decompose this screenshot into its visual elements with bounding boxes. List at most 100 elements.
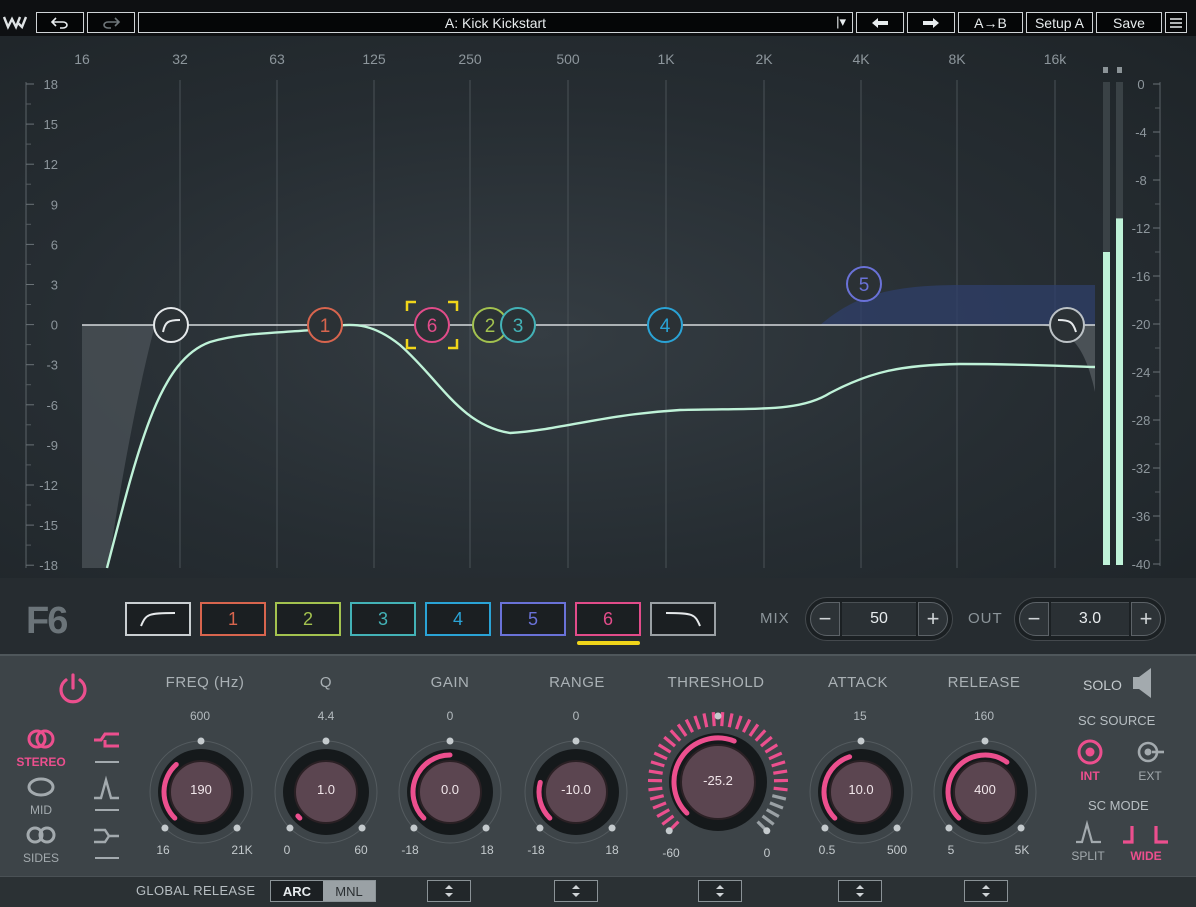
a-to-b-button[interactable]: A→B — [958, 12, 1023, 33]
waves-logo-icon[interactable] — [3, 13, 29, 31]
setup-button[interactable]: Setup A — [1026, 12, 1093, 33]
out-decrement-button[interactable]: − — [1019, 602, 1049, 636]
gain-tick-label: -12 — [39, 478, 58, 493]
knob-tick-dot — [286, 824, 294, 832]
meter-tick-label: -4 — [1135, 125, 1147, 140]
dynamic-shape-shelf-icon[interactable] — [91, 822, 123, 862]
next-preset-button[interactable] — [907, 12, 955, 33]
release-options-dropdown[interactable] — [964, 880, 1008, 902]
svg-text:2: 2 — [485, 316, 496, 337]
sc-split-icon[interactable] — [1074, 820, 1104, 846]
low-cut-band-button[interactable] — [125, 602, 191, 636]
attack-options-dropdown[interactable] — [838, 880, 882, 902]
meter-left-fill — [1103, 252, 1110, 565]
band-power-icon[interactable] — [54, 670, 92, 708]
band-3-button[interactable]: 3 — [350, 602, 416, 636]
previous-preset-button[interactable] — [856, 12, 904, 33]
knob-tick-dot — [665, 827, 673, 835]
redo-button[interactable] — [87, 12, 135, 33]
speaker-solo-icon[interactable] — [1131, 666, 1157, 700]
knob-tick-dot — [714, 712, 722, 720]
knob-tick-dot — [197, 737, 205, 745]
knob-tick-dot — [981, 737, 989, 745]
out-value[interactable]: 3.0 — [1051, 602, 1129, 636]
mix-increment-button[interactable]: + — [918, 602, 948, 636]
low-cut-node[interactable] — [153, 307, 189, 343]
sc-wide-label[interactable]: WIDE — [1116, 849, 1176, 863]
meter-tick-label: -36 — [1132, 509, 1151, 524]
preset-selector[interactable]: A: Kick Kickstart |▾ — [138, 12, 853, 33]
stereo-mode-icon[interactable] — [26, 728, 56, 750]
out-stepper[interactable]: − 3.0 + — [1014, 597, 1166, 641]
gain-title: GAIN — [430, 674, 470, 691]
threshold-meter-tick — [648, 786, 663, 792]
mix-decrement-button[interactable]: − — [810, 602, 840, 636]
knob-tick-dot — [945, 824, 953, 832]
range-default-value: 0 — [572, 709, 580, 723]
frequency-axis: 16 32 63 125 250 500 1K 2K 4K 8K 16k — [74, 51, 1067, 67]
undo-button[interactable] — [36, 12, 84, 33]
band-5-button[interactable]: 5 — [500, 602, 566, 636]
dynamic-shape-bell-low-icon[interactable] — [91, 726, 123, 766]
attack-title: ATTACK — [828, 674, 888, 691]
up-down-arrows-icon — [572, 885, 580, 897]
threshold-options-dropdown[interactable] — [698, 880, 742, 902]
band-1-label: 1 — [227, 608, 238, 629]
meter-tick-label: -28 — [1132, 413, 1151, 428]
threshold-meter-tick — [754, 729, 767, 742]
knob-tick-dot — [358, 824, 366, 832]
meter-tick-label: -16 — [1132, 269, 1151, 284]
range-options-dropdown[interactable] — [554, 880, 598, 902]
mix-value[interactable]: 50 — [842, 602, 916, 636]
mix-stepper[interactable]: − 50 + — [805, 597, 953, 641]
menu-button[interactable] — [1165, 12, 1187, 33]
preset-dropdown-arrow-icon[interactable]: |▾ — [836, 14, 846, 30]
dynamic-shape-peak-icon[interactable] — [91, 774, 123, 814]
sc-wide-icon[interactable] — [1120, 822, 1172, 846]
eq-graph[interactable]: 16 32 63 125 250 500 1K 2K 4K 8K 16k 18 15 12 9 6 3 0 -3-… — [0, 36, 1196, 578]
band-1-node[interactable]: 1 — [307, 307, 343, 343]
meter-tick-label: -8 — [1135, 173, 1147, 188]
meter-tick-label: -24 — [1132, 365, 1151, 380]
band-4-button[interactable]: 4 — [425, 602, 491, 636]
band-2-button[interactable]: 2 — [275, 602, 341, 636]
release-mode-toggle[interactable]: ARC MNL — [270, 880, 376, 902]
knob-tick-dot — [572, 737, 580, 745]
band-6-button[interactable]: 6 — [575, 602, 641, 636]
band-5-label: 5 — [527, 608, 538, 629]
save-button[interactable]: Save — [1096, 12, 1162, 33]
arc-option[interactable]: ARC — [271, 881, 323, 901]
threshold-meter-tick — [761, 814, 775, 826]
stereo-mode-label[interactable]: STEREO — [11, 755, 71, 769]
out-increment-button[interactable]: + — [1131, 602, 1161, 636]
band-3-node[interactable]: 3 — [500, 307, 536, 343]
sc-internal-label[interactable]: INT — [1060, 769, 1120, 783]
gain-value: 0.0 — [440, 782, 460, 797]
sc-external-label[interactable]: EXT — [1120, 769, 1180, 783]
band-1-button[interactable]: 1 — [200, 602, 266, 636]
threshold-meter-tick — [657, 743, 672, 754]
mid-mode-label[interactable]: MID — [11, 803, 71, 817]
mnl-option[interactable]: MNL — [323, 881, 375, 901]
range-title: RANGE — [549, 674, 605, 691]
eq-response-curve — [105, 323, 1096, 569]
mid-mode-icon[interactable] — [26, 776, 56, 798]
high-cut-band-button[interactable] — [650, 602, 716, 636]
band-4-node[interactable]: 4 — [647, 307, 683, 343]
gain-options-dropdown[interactable] — [427, 880, 471, 902]
threshold-meter-tick — [653, 751, 668, 761]
high-cut-node[interactable] — [1049, 307, 1085, 343]
sc-split-label[interactable]: SPLIT — [1058, 849, 1118, 863]
threshold-meter-tick — [734, 715, 743, 730]
sc-internal-icon[interactable] — [1076, 738, 1104, 766]
band-6-node[interactable]: 6 — [414, 307, 450, 343]
band-5-node[interactable]: 5 — [846, 266, 882, 302]
arrow-right-icon — [923, 17, 939, 28]
threshold-value: -25.2 — [703, 773, 733, 788]
svg-text:1: 1 — [320, 316, 331, 337]
sc-external-icon[interactable] — [1136, 738, 1166, 766]
low-cut-area — [82, 325, 155, 568]
sides-mode-label[interactable]: SIDES — [11, 851, 71, 865]
sides-mode-icon[interactable] — [26, 824, 56, 846]
knob-value-arc — [295, 813, 303, 821]
